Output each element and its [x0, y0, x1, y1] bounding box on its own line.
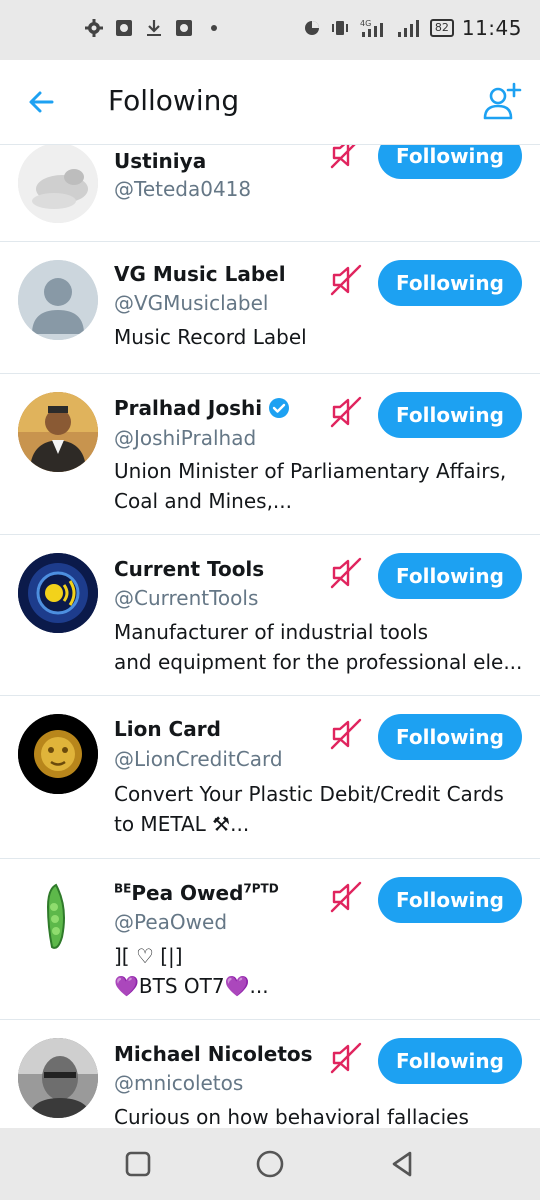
- user-row[interactable]: Lion Card @LionCreditCard Convert Your P…: [0, 696, 540, 859]
- user-name[interactable]: Michael Nicoletos: [114, 1042, 313, 1066]
- user-row[interactable]: BEPea Owed7PTD @PeaOwed ][ ♡ [|] 💜BTS OT…: [0, 859, 540, 1020]
- bio-line: Convert Your Plastic Debit/Credit Cards: [114, 782, 504, 806]
- following-button[interactable]: Following: [378, 1038, 522, 1084]
- bio-line: 💜BTS OT7💜...: [114, 974, 269, 998]
- muted-icon[interactable]: [328, 394, 364, 430]
- following-button[interactable]: Following: [378, 145, 522, 179]
- svg-text:4G: 4G: [360, 19, 371, 28]
- back-arrow-icon: [29, 91, 54, 113]
- following-button[interactable]: Following: [378, 260, 522, 306]
- bio-line: Coal and Mines,...: [114, 489, 292, 513]
- user-handle: @VGMusiclabel: [114, 291, 269, 315]
- recents-button[interactable]: [122, 1148, 154, 1180]
- user-handle: @Teteda0418: [114, 177, 252, 201]
- following-button[interactable]: Following: [378, 877, 522, 923]
- app-notification-icon: [114, 18, 134, 38]
- user-bio: Music Record Label: [114, 322, 524, 352]
- following-button[interactable]: Following: [378, 392, 522, 438]
- user-handle: @LionCreditCard: [114, 747, 283, 771]
- more-dot-icon: [204, 18, 224, 38]
- muted-icon[interactable]: [328, 716, 364, 752]
- avatar[interactable]: [18, 877, 98, 957]
- user-row[interactable]: Ustiniya @Teteda0418 Following: [0, 145, 540, 242]
- muted-icon[interactable]: [328, 1040, 364, 1076]
- system-nav-bar: [0, 1128, 540, 1200]
- user-bio: Curious on how behavioral fallacies: [114, 1102, 524, 1128]
- user-handle: @CurrentTools: [114, 586, 259, 610]
- page-title: Following: [108, 84, 240, 117]
- user-bio: Convert Your Plastic Debit/Credit Cards …: [114, 779, 524, 839]
- user-name[interactable]: Ustiniya: [114, 149, 206, 173]
- user-row[interactable]: VG Music Label @VGMusiclabel Music Recor…: [0, 242, 540, 374]
- user-handle: @PeaOwed: [114, 910, 228, 934]
- user-bio: Manufacturer of industrial tools and equ…: [114, 617, 524, 677]
- bio-line: and equipment for the professional ele..…: [114, 650, 523, 674]
- app-header: Following: [0, 60, 540, 145]
- user-name[interactable]: Pralhad Joshi: [114, 396, 290, 420]
- data-saver-icon: [302, 18, 322, 38]
- status-right-icons: 4G 82 11:45: [302, 16, 522, 40]
- avatar[interactable]: [18, 392, 98, 472]
- avatar[interactable]: [18, 145, 98, 223]
- avatar[interactable]: [18, 553, 98, 633]
- recents-square-icon: [125, 1151, 151, 1177]
- avatar[interactable]: [18, 1038, 98, 1118]
- user-row[interactable]: Michael Nicoletos @mnicoletos Curious on…: [0, 1020, 540, 1128]
- back-triangle-icon: [392, 1151, 412, 1177]
- home-button[interactable]: [254, 1148, 286, 1180]
- user-bio: ][ ♡ [|] 💜BTS OT7💜...: [114, 941, 524, 1001]
- muted-icon[interactable]: [328, 145, 364, 171]
- app-notification-icon-2: [174, 18, 194, 38]
- signal-4g-icon: 4G: [358, 18, 388, 38]
- verified-badge-icon: [269, 398, 290, 418]
- settings-gear-icon: [84, 18, 104, 38]
- user-handle: @JoshiPralhad: [114, 426, 257, 450]
- status-bar: 4G 82 11:45: [0, 0, 540, 60]
- user-bio: Union Minister of Parliamentary Affairs,…: [114, 456, 524, 516]
- add-user-button[interactable]: [480, 80, 524, 124]
- muted-icon[interactable]: [328, 555, 364, 591]
- back-button[interactable]: [22, 82, 62, 122]
- following-list: Ustiniya @Teteda0418 Following VG Music …: [0, 145, 540, 1128]
- status-time: 11:45: [461, 16, 522, 40]
- user-name[interactable]: BEPea Owed7PTD: [114, 881, 279, 905]
- bio-line: Curious on how behavioral fallacies: [114, 1105, 469, 1128]
- vibrate-icon: [330, 18, 350, 38]
- status-left-icons: [84, 18, 224, 38]
- muted-icon[interactable]: [328, 262, 364, 298]
- user-name[interactable]: Lion Card: [114, 717, 221, 741]
- battery-indicator: 82: [429, 19, 454, 37]
- following-button[interactable]: Following: [378, 553, 522, 599]
- bio-line: ][ ♡ [|]: [114, 944, 183, 968]
- back-nav-button[interactable]: [386, 1148, 418, 1180]
- bio-line: Union Minister of Parliamentary Affairs,: [114, 459, 507, 483]
- user-row[interactable]: Current Tools @CurrentTools Manufacturer…: [0, 535, 540, 696]
- avatar[interactable]: [18, 714, 98, 794]
- following-button[interactable]: Following: [378, 714, 522, 760]
- bio-line: Manufacturer of industrial tools: [114, 620, 429, 644]
- avatar[interactable]: [18, 260, 98, 340]
- download-icon: [144, 18, 164, 38]
- user-name[interactable]: VG Music Label: [114, 262, 286, 286]
- add-user-icon: [483, 82, 522, 120]
- muted-icon[interactable]: [328, 879, 364, 915]
- user-name[interactable]: Current Tools: [114, 557, 264, 581]
- home-circle-icon: [256, 1150, 284, 1178]
- bio-line: Music Record Label: [114, 325, 307, 349]
- bio-line: to METAL ⚒...: [114, 812, 250, 836]
- signal-strength-icon: [396, 18, 422, 38]
- user-handle: @mnicoletos: [114, 1071, 244, 1095]
- user-row[interactable]: Pralhad Joshi @JoshiPralhad Union Minist…: [0, 374, 540, 535]
